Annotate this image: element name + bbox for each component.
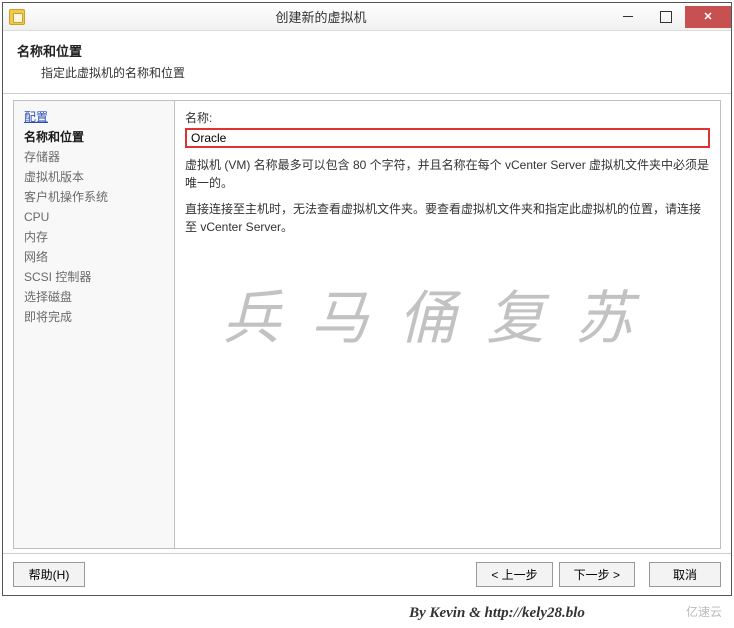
sidebar-item-network[interactable]: 网络 <box>24 247 164 267</box>
sidebar-item-storage[interactable]: 存储器 <box>24 147 164 167</box>
name-label: 名称: <box>185 109 710 126</box>
help-button[interactable]: 帮助(H) <box>13 562 85 587</box>
body: 配置 名称和位置 存储器 虚拟机版本 客户机操作系统 CPU 内存 网络 SCS… <box>3 94 731 553</box>
sidebar-item-guest-os[interactable]: 客户机操作系统 <box>24 187 164 207</box>
corner-logo: 亿速云 <box>680 601 728 622</box>
sidebar-item-vm-version[interactable]: 虚拟机版本 <box>24 167 164 187</box>
hint-text-2: 直接连接至主机时，无法查看虚拟机文件夹。要查看虚拟机文件夹和指定此虚拟机的位置，… <box>185 200 710 236</box>
window-title: 创建新的虚拟机 <box>33 7 609 26</box>
next-button[interactable]: 下一步 > <box>559 562 635 587</box>
page-subtitle: 指定此虚拟机的名称和位置 <box>17 64 717 81</box>
window-controls <box>609 6 731 28</box>
sidebar-item-name-location[interactable]: 名称和位置 <box>24 127 164 147</box>
vm-name-input[interactable] <box>185 128 710 148</box>
app-icon <box>9 9 25 25</box>
titlebar: 创建新的虚拟机 <box>3 3 731 31</box>
footer: 帮助(H) < 上一步 下一步 > 取消 <box>3 553 731 595</box>
content-panel: 名称: 虚拟机 (VM) 名称最多可以包含 80 个字符，并且名称在每个 vCe… <box>175 100 721 549</box>
maximize-button[interactable] <box>647 6 685 28</box>
sidebar-item-select-disk[interactable]: 选择磁盘 <box>24 287 164 307</box>
sidebar-item-cpu[interactable]: CPU <box>24 207 164 227</box>
watermark-text: 兵马俑复苏 <box>165 271 720 355</box>
cancel-button[interactable]: 取消 <box>649 562 721 587</box>
image-caption: By Kevin & http://kely28.blo <box>0 605 734 622</box>
wizard-sidebar: 配置 名称和位置 存储器 虚拟机版本 客户机操作系统 CPU 内存 网络 SCS… <box>13 100 175 549</box>
hint-text-1: 虚拟机 (VM) 名称最多可以包含 80 个字符，并且名称在每个 vCenter… <box>185 156 710 192</box>
sidebar-item-config[interactable]: 配置 <box>24 107 164 127</box>
back-button[interactable]: < 上一步 <box>476 562 552 587</box>
page-title: 名称和位置 <box>17 41 717 60</box>
nav-button-group: < 上一步 下一步 > <box>476 562 635 587</box>
sidebar-item-ready[interactable]: 即将完成 <box>24 307 164 327</box>
wizard-step-list: 配置 名称和位置 存储器 虚拟机版本 客户机操作系统 CPU 内存 网络 SCS… <box>14 101 174 333</box>
sidebar-item-memory[interactable]: 内存 <box>24 227 164 247</box>
header-panel: 名称和位置 指定此虚拟机的名称和位置 <box>3 31 731 94</box>
close-button[interactable] <box>685 6 731 28</box>
dialog-window: 创建新的虚拟机 名称和位置 指定此虚拟机的名称和位置 配置 名称和位置 存储器 … <box>2 2 732 596</box>
sidebar-item-scsi[interactable]: SCSI 控制器 <box>24 267 164 287</box>
minimize-button[interactable] <box>609 6 647 28</box>
